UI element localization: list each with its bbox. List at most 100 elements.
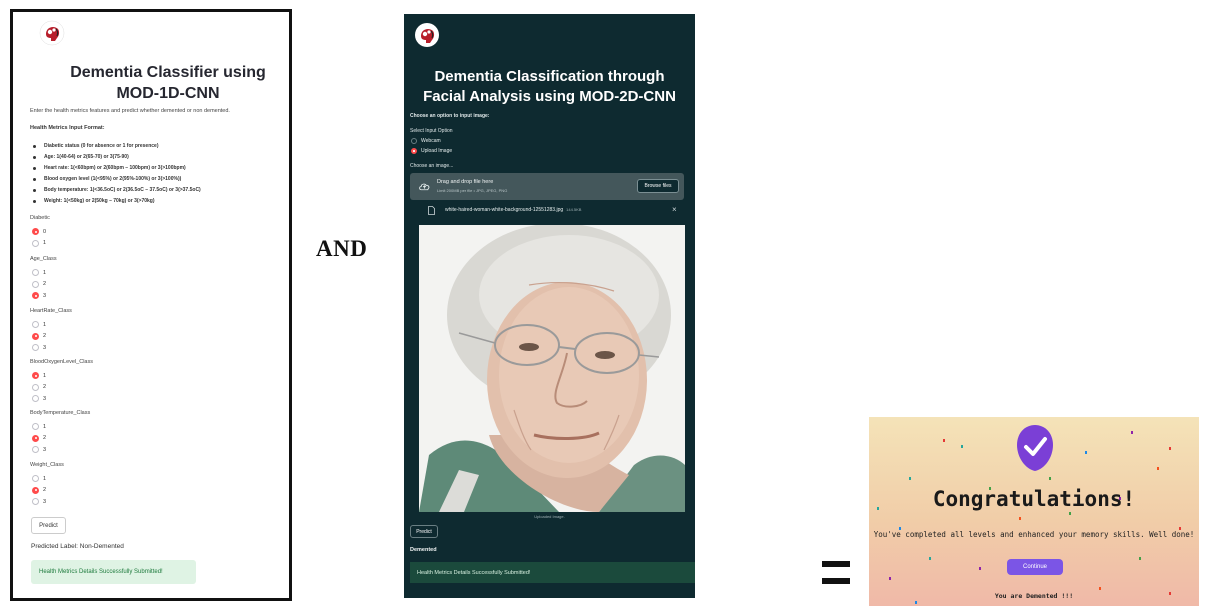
radio-circle[interactable] [32, 446, 39, 454]
success-alert: Health Metrics Details Successfully Subm… [410, 562, 695, 583]
radio-circle[interactable] [32, 239, 39, 247]
confetti-piece [1019, 517, 1021, 520]
format-item: Body temperature: 1(<36.5oC) or 2(36.5oC… [33, 185, 201, 196]
radio-option[interactable]: 3 [30, 342, 72, 354]
success-alert: Health Metrics Details Successfully Subm… [31, 560, 196, 584]
radio-circle[interactable] [32, 434, 39, 442]
radio-circle[interactable] [32, 292, 39, 300]
image-caption: Uploaded Image. [534, 514, 565, 519]
radio-option[interactable]: 1 [30, 238, 50, 250]
radio-option-label: 1 [43, 372, 47, 379]
format-item: Blood oxygen level (1(<95%) or 2(95%-100… [33, 174, 201, 185]
radio-circle[interactable] [411, 148, 417, 154]
radio-option-label: 2 [43, 435, 47, 442]
confetti-piece [1085, 451, 1087, 454]
radio-option-label: 2 [43, 384, 47, 391]
radio-option[interactable]: 3 [30, 444, 90, 456]
radio-option-label: 3 [43, 446, 47, 453]
equals-bar-top [822, 561, 850, 567]
radio-group: Diabetic 0 1 [30, 215, 50, 249]
radio-option-label: 2 [43, 487, 47, 494]
equals-bar-bottom [822, 578, 850, 584]
radio-circle[interactable] [32, 228, 39, 236]
radio-option-label: 2 [43, 333, 47, 340]
radio-option[interactable]: 1 [30, 370, 93, 382]
radio-circle[interactable] [32, 475, 39, 483]
radio-circle[interactable] [32, 321, 39, 329]
result-label: Demented [410, 547, 437, 553]
radio-group-label: BloodOxygenLevel_Class [30, 359, 93, 365]
confetti-piece [943, 439, 945, 442]
predict-button[interactable]: Predict [31, 517, 66, 534]
radio-circle[interactable] [32, 332, 39, 340]
radio-option-label: 0 [43, 228, 47, 235]
radio-webcam[interactable]: Webcam [411, 138, 441, 144]
confetti-piece [1169, 447, 1171, 450]
radio-group-label: Diabetic [30, 215, 50, 221]
radio-group: Weight_Class 1 2 3 [30, 462, 64, 508]
uploaded-file-row: white-haired-woman-white-background-1255… [410, 203, 684, 218]
radio-option[interactable]: 1 [30, 319, 72, 331]
radio-group-label: Weight_Class [30, 462, 64, 468]
radio-group-label: Age_Class [30, 256, 57, 262]
tabular-classifier-app: Dementia Classifier using MOD-1D-CNN Ent… [10, 9, 292, 601]
page-title: Dementia Classification through Facial A… [423, 68, 676, 105]
confetti-piece [915, 601, 917, 604]
file-size: 144.5KB [566, 207, 582, 212]
radio-group: BodyTemperature_Class 1 2 3 [30, 410, 90, 456]
radio-option[interactable]: 2 [30, 433, 90, 445]
radio-option[interactable]: 2 [30, 485, 64, 497]
file-dropzone[interactable]: Drag and drop file here Limit 200MB per … [410, 173, 684, 200]
confetti-piece [889, 577, 891, 580]
radio-option[interactable]: 2 [30, 279, 57, 291]
radio-option-label: 1 [43, 475, 47, 482]
radio-option[interactable]: 2 [30, 331, 72, 343]
format-list: Diabetic status (0 for absence or 1 for … [33, 141, 201, 207]
radio-circle[interactable] [32, 280, 39, 288]
radio-option[interactable]: 3 [30, 290, 57, 302]
radio-circle[interactable] [32, 269, 39, 277]
confetti-piece [961, 445, 963, 448]
dropzone-limits: Limit 200MB per file • JPG, JPEG, PNG [437, 188, 508, 193]
uploaded-photo [419, 225, 685, 512]
continue-button[interactable]: Continue [1007, 559, 1063, 575]
format-heading: Health Metrics Input Format: [30, 125, 105, 131]
radio-circle[interactable] [32, 395, 39, 403]
radio-option[interactable]: 3 [30, 393, 93, 405]
radio-circle[interactable] [32, 344, 39, 352]
completion-message: You've completed all levels and enhanced… [873, 530, 1195, 539]
composite-figure: Dementia Classifier using MOD-1D-CNN Ent… [0, 0, 1207, 606]
format-item: Heart rate: 1(<60bpm) or 2(60bpm – 100bp… [33, 163, 201, 174]
radio-circle[interactable] [32, 383, 39, 391]
radio-circle[interactable] [32, 486, 39, 494]
confetti-piece [1131, 431, 1133, 434]
radio-upload-image[interactable]: Upload Image [411, 148, 452, 154]
radio-option[interactable]: 3 [30, 496, 64, 508]
format-item: Diabetic status (0 for absence or 1 for … [33, 141, 201, 152]
radio-group: BloodOxygenLevel_Class 1 2 3 [30, 359, 93, 405]
close-icon[interactable]: × [672, 206, 677, 214]
radio-circle[interactable] [32, 423, 39, 431]
format-item: Age: 1(40-64) or 2(65-70) or 3(75-90) [33, 152, 201, 163]
radio-option-label: 3 [43, 292, 47, 299]
browse-files-button[interactable]: Browse files [637, 179, 679, 193]
radio-circle[interactable] [32, 372, 39, 380]
radio-option[interactable]: 1 [30, 473, 64, 485]
radio-group-label: BodyTemperature_Class [30, 410, 91, 416]
radio-option[interactable]: 1 [30, 267, 57, 279]
confetti-piece [1139, 557, 1141, 560]
final-result: You are Demented !!! [994, 592, 1074, 600]
radio-circle[interactable] [411, 138, 417, 144]
predict-button[interactable]: Predict [410, 525, 438, 538]
radio-option[interactable]: 0 [30, 226, 50, 238]
cloud-upload-icon [419, 183, 430, 191]
radio-group-label: HeartRate_Class [30, 308, 72, 314]
radio-option[interactable]: 1 [30, 421, 90, 433]
format-item: Weight: 1(<50kg) or 2(50kg – 70kg) or 3(… [33, 196, 201, 207]
facial-classifier-app: Dementia Classification through Facial A… [404, 14, 695, 598]
logo-icon [415, 23, 439, 47]
radio-circle[interactable] [32, 498, 39, 506]
file-icon [428, 206, 435, 215]
radio-option[interactable]: 2 [30, 382, 93, 394]
confetti-piece [1157, 467, 1159, 470]
